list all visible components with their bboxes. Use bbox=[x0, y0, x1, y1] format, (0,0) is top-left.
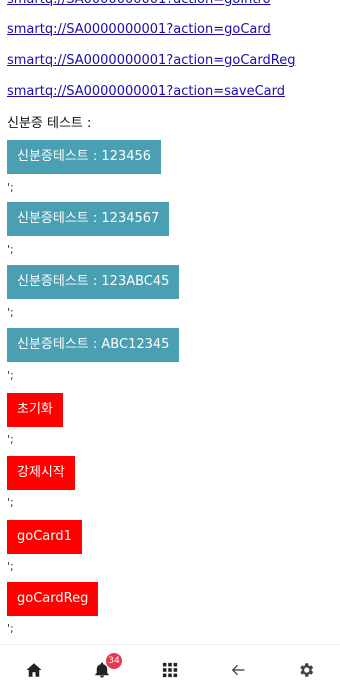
home-icon bbox=[26, 663, 42, 677]
go-card-reg-button[interactable]: goCardReg bbox=[7, 582, 99, 616]
separator-text: '; bbox=[7, 369, 14, 382]
link-go-card[interactable]: smartq://SA0000000001?action=goCard bbox=[7, 22, 271, 38]
force-start-button[interactable]: 강제시작 bbox=[7, 456, 75, 490]
nav-home[interactable] bbox=[0, 645, 68, 695]
separator-text: '; bbox=[7, 181, 14, 194]
notification-badge: 34 bbox=[106, 653, 122, 669]
link-go-intro[interactable]: smartq://SA0000000001?action=goIntro bbox=[7, 0, 271, 8]
id-test-button-123456[interactable]: 신분증테스트 : 123456 bbox=[7, 140, 162, 174]
id-test-button-1234567[interactable]: 신분증테스트 : 1234567 bbox=[7, 202, 170, 236]
link-go-card-reg[interactable]: smartq://SA0000000001?action=goCardReg bbox=[7, 53, 295, 69]
go-card1-button[interactable]: goCard1 bbox=[7, 520, 82, 554]
separator-text: '; bbox=[7, 496, 14, 509]
nav-menu[interactable] bbox=[136, 645, 204, 695]
id-test-button-abc12345[interactable]: 신분증테스트 : ABC12345 bbox=[7, 328, 180, 362]
nav-notifications[interactable]: 34 bbox=[68, 645, 136, 695]
link-save-card[interactable]: smartq://SA0000000001?action=saveCard bbox=[7, 84, 285, 100]
grid-icon bbox=[162, 662, 178, 678]
separator-text: '; bbox=[7, 433, 14, 446]
reset-button[interactable]: 초기화 bbox=[7, 393, 63, 427]
separator-text: '; bbox=[7, 560, 14, 573]
id-test-button-123abc45[interactable]: 신분증테스트 : 123ABC45 bbox=[7, 265, 180, 299]
gear-icon bbox=[300, 663, 314, 677]
back-arrow-icon bbox=[231, 664, 245, 676]
separator-text: '; bbox=[7, 306, 14, 319]
nav-settings[interactable] bbox=[272, 645, 340, 695]
bottom-nav-bar: 34 bbox=[0, 644, 340, 695]
section-title: 신분증 테스트 : bbox=[7, 116, 92, 131]
nav-back[interactable] bbox=[204, 645, 272, 695]
separator-text: '; bbox=[7, 622, 14, 635]
separator-text: '; bbox=[7, 243, 14, 256]
